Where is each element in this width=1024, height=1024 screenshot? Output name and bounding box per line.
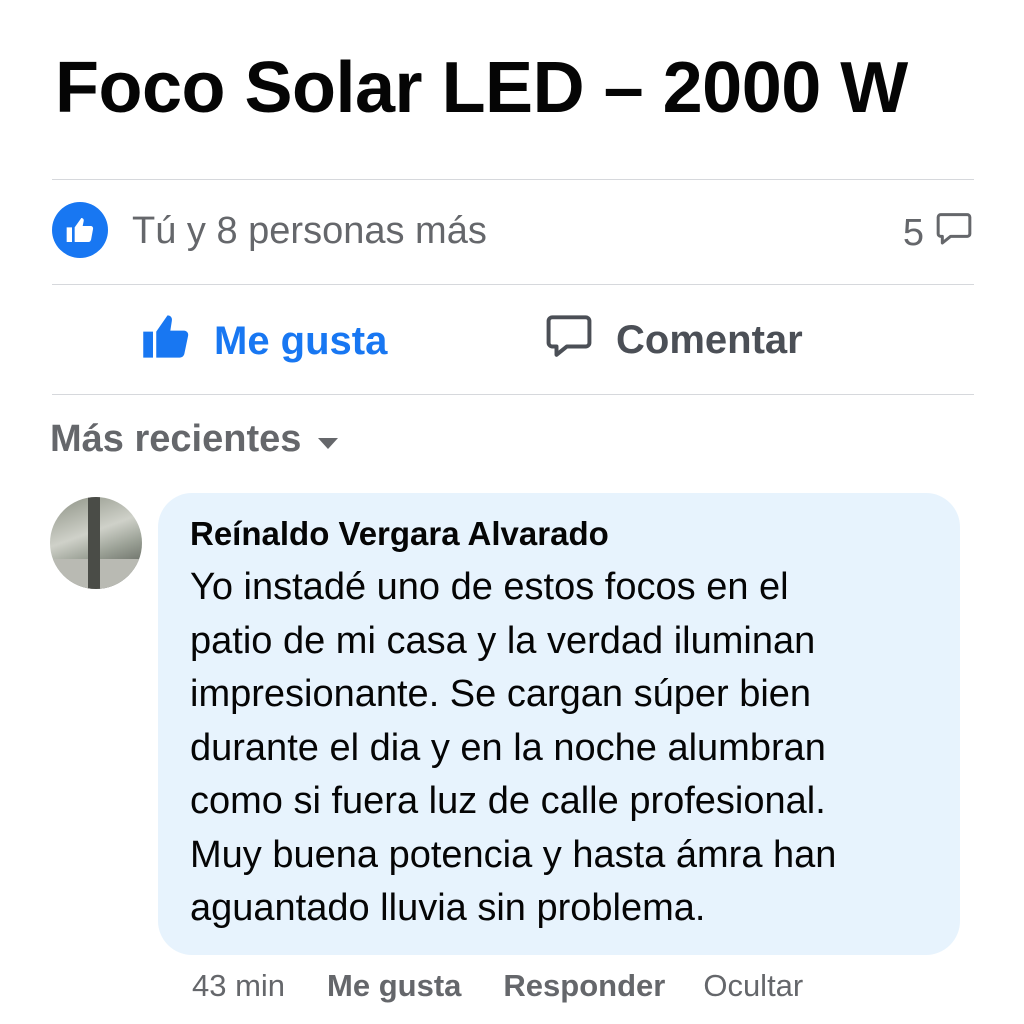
comment-text-line: Muy buena potencia y hasta ámra han — [190, 833, 837, 876]
thumbs-up-icon — [140, 310, 192, 372]
comment-button-label: Comentar — [616, 317, 803, 362]
comment-like-button[interactable]: Me gusta — [327, 968, 461, 1004]
comment-text-line: Yo instadé uno de estos focos en el — [190, 566, 789, 608]
comment-reply-button[interactable]: Responder — [503, 968, 665, 1004]
comment-bubble: Reínaldo Vergara Alvarado Yo instadé uno… — [158, 493, 960, 955]
comment-text-line: como si fuera luz de calle profesional. — [190, 780, 826, 822]
divider — [52, 394, 974, 395]
comment-icon — [544, 310, 594, 370]
comment-count-value: 5 — [902, 211, 924, 254]
comment-author[interactable]: Reínaldo Vergara Alvarado — [190, 515, 609, 553]
divider — [52, 284, 974, 285]
comment-button[interactable]: Comentar — [544, 310, 803, 370]
reactors-text[interactable]: Tú y 8 personas más — [132, 210, 487, 253]
reactions-summary[interactable]: Tú y 8 personas más 5 — [52, 200, 974, 264]
like-button-label: Me gusta — [214, 318, 388, 363]
avatar[interactable] — [50, 497, 142, 589]
sort-comments-dropdown[interactable]: Más recientes — [50, 418, 339, 461]
comment-timestamp[interactable]: 43 min — [192, 968, 285, 1004]
post-actions: Me gusta Comentar — [52, 290, 974, 394]
comment-meta: 43 min Me gusta Responder Ocultar — [192, 968, 803, 1004]
comment-text-line: patio de mi casa y la verdad iluminan — [190, 619, 816, 662]
divider — [52, 179, 974, 180]
comment-text-line: impresionante. Se cargan súper bien — [190, 673, 812, 715]
post-title: Foco Solar LED – 2000 W — [55, 48, 908, 128]
speech-bubble-icon — [934, 208, 974, 258]
thumbs-up-badge-icon — [52, 202, 108, 258]
avatar-photo-pole — [88, 497, 100, 589]
comment-text: Yo instadé uno de estos focos en el pati… — [190, 561, 930, 936]
comment-hide-button[interactable]: Ocultar — [703, 968, 803, 1004]
sort-label: Más recientes — [50, 418, 302, 460]
comment-text-line: aguantado lluvia sin problema. — [190, 887, 706, 929]
like-button[interactable]: Me gusta — [140, 310, 387, 372]
comment-count[interactable]: 5 — [903, 208, 974, 258]
comment-text-line: durante el dia y en la noche alumbran — [190, 726, 826, 769]
post-comments-page: Foco Solar LED – 2000 W Tú y 8 personas … — [0, 0, 1024, 1024]
caret-down-icon — [317, 418, 339, 461]
